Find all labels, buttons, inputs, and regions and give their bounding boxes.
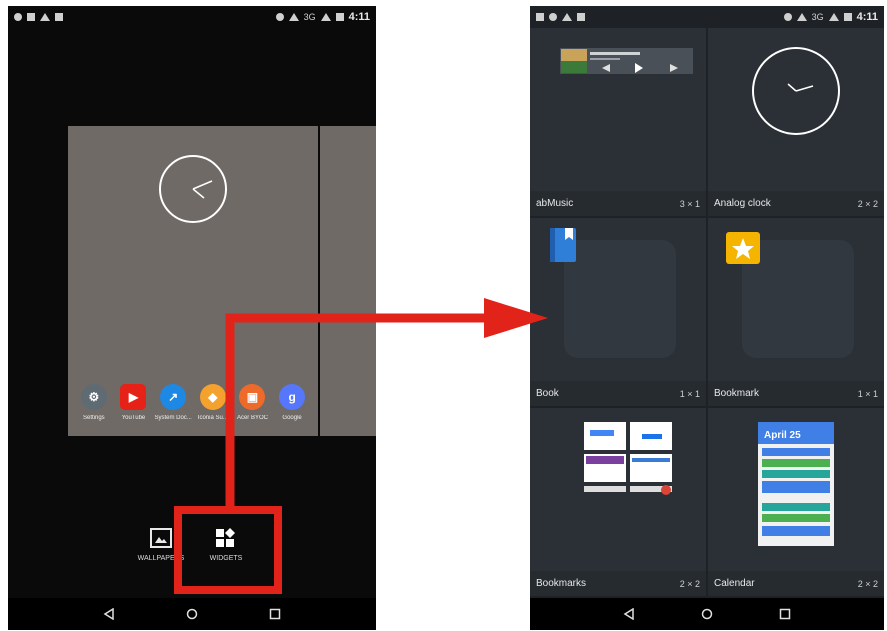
- app-label: Iconia Su...: [197, 415, 228, 421]
- recent-apps-icon[interactable]: [779, 608, 791, 620]
- widgets-label: WIDGETS: [209, 555, 243, 562]
- widget-name: Analog clock: [714, 198, 771, 209]
- widget-name: Book: [536, 388, 559, 399]
- widget-book[interactable]: Book 1 × 1: [530, 218, 706, 406]
- widget-preview: [530, 28, 706, 191]
- analog-clock-icon: [159, 155, 227, 223]
- book-icon: [550, 228, 576, 262]
- gear-icon: ⚙: [80, 384, 107, 410]
- signal-icon: [320, 13, 331, 21]
- wallpapers-label: WALLPAPERS: [137, 555, 185, 562]
- widget-abmusic[interactable]: abMusic 3 × 1: [530, 28, 706, 216]
- widget-name: Bookmark: [714, 388, 760, 399]
- battery-icon: [843, 13, 852, 21]
- wifi-icon: [796, 13, 807, 21]
- app-google[interactable]: g Google: [273, 384, 311, 421]
- clock-time: 4:11: [856, 11, 878, 23]
- widget-caption: Bookmark 1 × 1: [708, 381, 884, 406]
- widget-size: 1 × 1: [679, 388, 700, 399]
- music-player-preview: [560, 48, 693, 74]
- widget-bookmark[interactable]: Bookmark 1 × 1: [708, 218, 884, 406]
- widget-name: Calendar: [714, 578, 755, 589]
- widget-preview: [708, 28, 884, 191]
- screenshot-icon: [536, 13, 544, 21]
- home-options: WALLPAPERS WIDGETS: [8, 528, 376, 588]
- clock-time: 4:11: [348, 11, 370, 23]
- battery-icon: [335, 13, 344, 21]
- widget-preview: [708, 218, 884, 381]
- back-icon[interactable]: [103, 608, 115, 620]
- photo-icon: ▣: [239, 384, 266, 410]
- widget-caption: Analog clock 2 × 2: [708, 191, 884, 216]
- usb-icon: [562, 13, 572, 21]
- navigation-bar: [8, 598, 376, 630]
- home-icon[interactable]: [186, 608, 198, 620]
- analog-clock-icon: [752, 47, 840, 135]
- lock-icon: [577, 13, 585, 21]
- google-icon: g: [279, 384, 306, 410]
- wallpaper-icon: [150, 528, 172, 548]
- wallpapers-button[interactable]: WALLPAPERS: [138, 528, 184, 563]
- widget-preview: [530, 218, 706, 381]
- widget-analog-clock[interactable]: Analog clock 2 × 2: [708, 28, 884, 216]
- app-label: Acer BYOC: [236, 415, 268, 421]
- widgets-button[interactable]: WIDGETS: [196, 528, 256, 563]
- app-iconia-suite[interactable]: ◆ Iconia Su...: [194, 384, 232, 421]
- app-settings[interactable]: ⚙ Settings: [75, 384, 113, 421]
- widgets-icon: [216, 528, 235, 547]
- usb-icon: [40, 13, 50, 21]
- widget-size: 2 × 2: [857, 578, 878, 589]
- calendar-date: April 25: [764, 430, 801, 441]
- play-icon: ▶: [120, 384, 147, 410]
- signal-icon: [828, 13, 839, 21]
- home-screen-preview[interactable]: ⚙ Settings ▶ YouTube ↗ System Doc... ◆ I…: [68, 126, 318, 436]
- widget-size: 2 × 2: [679, 578, 700, 589]
- recent-apps-icon[interactable]: [269, 608, 281, 620]
- widget-preview: [530, 408, 706, 571]
- widget-caption: abMusic 3 × 1: [530, 191, 706, 216]
- network-type: 3G: [811, 12, 824, 22]
- app-label: Settings: [82, 415, 105, 421]
- app-youtube[interactable]: ▶ YouTube: [114, 384, 152, 421]
- app-label: System Doc...: [154, 415, 192, 421]
- widgets-picker-phone: 3G 4:11 abMusic 3 × 1 Analog clock 2 × 2…: [530, 6, 884, 630]
- home-screen-phone: 3G 4:11 ⚙ Settings ▶ YouTube ↗ System Do…: [8, 6, 376, 630]
- star-icon: [726, 232, 760, 264]
- navigation-bar: [530, 598, 884, 630]
- home-icon[interactable]: [701, 608, 713, 620]
- widget-name: Bookmarks: [536, 578, 587, 589]
- widget-calendar[interactable]: April 25 Calendar 2 × 2: [708, 408, 884, 596]
- widget-caption: Calendar 2 × 2: [708, 571, 884, 596]
- widget-name: abMusic: [536, 198, 574, 209]
- sync-icon: [275, 13, 284, 21]
- sync-icon: [783, 13, 792, 21]
- screenshot-icon: [27, 13, 35, 21]
- app-label: YouTube: [121, 415, 146, 421]
- lock-icon: [55, 13, 63, 21]
- next-home-screen-preview[interactable]: [320, 126, 376, 436]
- app-system-doctor[interactable]: ↗ System Doc...: [154, 384, 192, 421]
- status-bar: 3G 4:11: [530, 6, 884, 28]
- widget-caption: Book 1 × 1: [530, 381, 706, 406]
- status-bar: 3G 4:11: [8, 6, 376, 28]
- app-acer-byoc[interactable]: ▣ Acer BYOC: [233, 384, 271, 421]
- notification-icon: [549, 13, 557, 21]
- widget-grid: abMusic 3 × 1 Analog clock 2 × 2 Book 1 …: [530, 28, 884, 596]
- network-type: 3G: [303, 12, 316, 22]
- bookmarks-thumbnails-preview: [584, 422, 672, 495]
- suite-icon: ◆: [199, 384, 226, 410]
- widget-size: 2 × 2: [857, 198, 878, 209]
- widget-preview: April 25: [708, 408, 884, 571]
- trend-icon: ↗: [160, 384, 187, 410]
- widget-bookmarks[interactable]: Bookmarks 2 × 2: [530, 408, 706, 596]
- wifi-icon: [288, 13, 299, 21]
- app-dock: ⚙ Settings ▶ YouTube ↗ System Doc... ◆ I…: [68, 384, 318, 421]
- widget-size: 1 × 1: [857, 388, 878, 399]
- notification-icon: [14, 13, 22, 21]
- back-icon[interactable]: [623, 608, 635, 620]
- widget-caption: Bookmarks 2 × 2: [530, 571, 706, 596]
- widget-size: 3 × 1: [679, 198, 700, 209]
- app-label: Google: [282, 415, 302, 421]
